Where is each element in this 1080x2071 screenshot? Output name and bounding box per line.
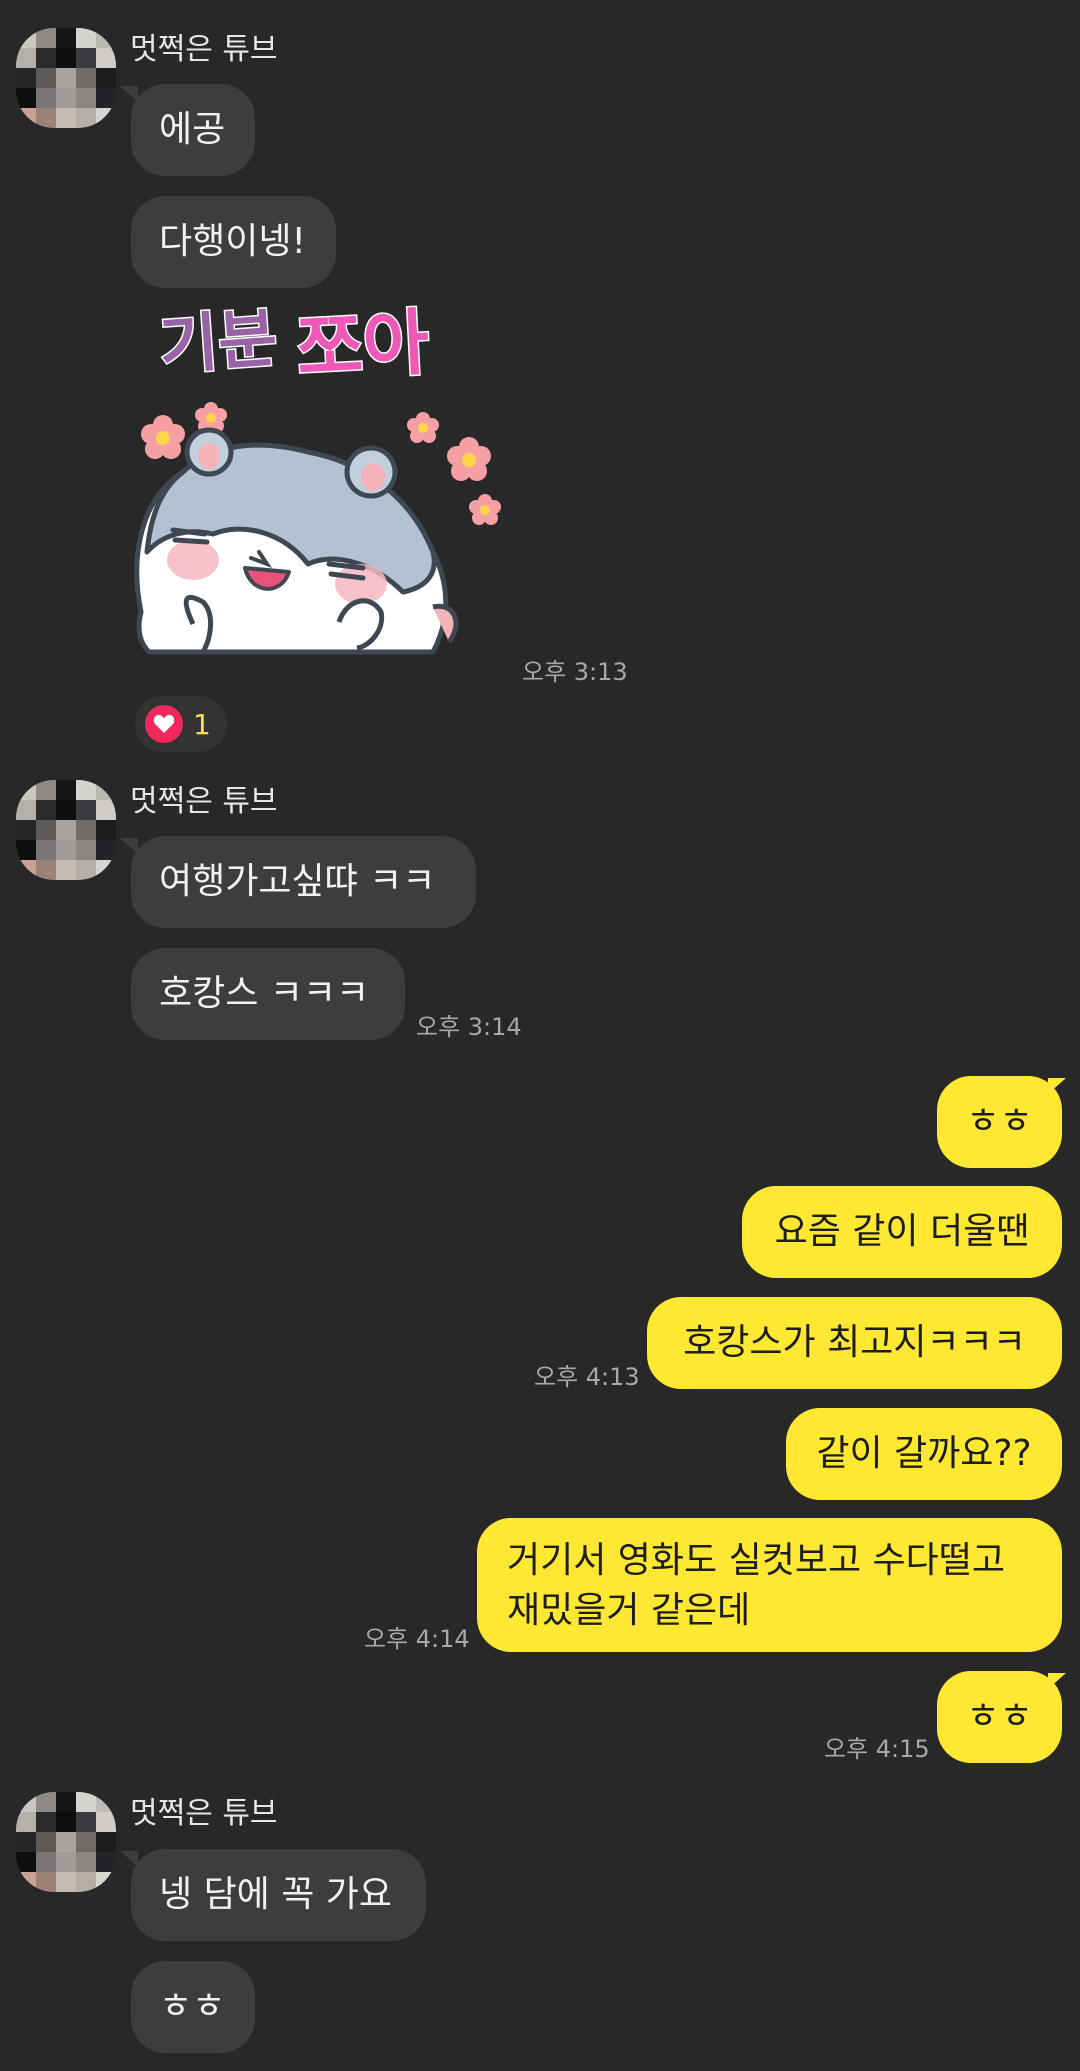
sender-avatar[interactable] xyxy=(16,28,116,128)
sticker-caption: 기분 xyxy=(157,302,280,384)
message-line: 재밌을거 같은데 xyxy=(507,1590,751,1631)
received-message[interactable]: 에공 xyxy=(131,84,255,176)
sent-message[interactable]: ㅎㅎ xyxy=(937,1076,1062,1168)
sent-message[interactable]: 같이 갈까요?? xyxy=(786,1408,1062,1500)
sender-avatar[interactable] xyxy=(16,780,116,880)
reaction-count: 1 xyxy=(193,707,211,741)
sent-message[interactable]: 요즘 같이 더울땐 xyxy=(742,1186,1062,1278)
message-line: 거기서 영화도 실컷보고 수다떨고 xyxy=(507,1540,1006,1581)
hamster-sticker[interactable]: 기분 쪼아 xyxy=(133,302,511,680)
sender-name: 멋쩍은 튜브 xyxy=(130,1796,278,1831)
sent-message[interactable]: 호캉스가 최고지ㅋㅋㅋ xyxy=(647,1297,1062,1389)
received-message[interactable]: 호캉스 ㅋㅋㅋ xyxy=(131,948,405,1040)
message-timestamp: 오후 3:14 xyxy=(416,1013,522,1041)
heart-icon xyxy=(145,705,183,743)
flower-icon xyxy=(447,437,491,481)
received-message[interactable]: 다행이넹! xyxy=(131,196,336,288)
received-message[interactable]: ㅎㅎ xyxy=(131,1961,255,2053)
message-timestamp: 오후 4:15 xyxy=(824,1735,930,1763)
sender-name: 멋쩍은 튜브 xyxy=(130,784,278,819)
reaction-badge[interactable]: 1 xyxy=(135,696,227,752)
received-message[interactable]: 넹 담에 꼭 가요 xyxy=(131,1849,426,1941)
sender-avatar[interactable] xyxy=(16,1792,116,1892)
sent-message[interactable]: ㅎㅎ xyxy=(937,1671,1062,1763)
message-timestamp: 오후 4:14 xyxy=(364,1625,470,1653)
bubble-tail xyxy=(1048,1078,1066,1094)
bubble-tail xyxy=(1048,1673,1066,1689)
sender-name: 멋쩍은 튜브 xyxy=(130,32,278,67)
message-timestamp: 오후 4:13 xyxy=(534,1363,640,1391)
received-message[interactable]: 여행가고싶땨 ㅋㅋ xyxy=(131,836,476,928)
flower-icon xyxy=(407,412,439,443)
flower-icon xyxy=(141,415,185,459)
sticker-caption-accent: 쪼아 xyxy=(294,302,431,391)
flower-icon xyxy=(469,494,501,525)
sent-message-multiline[interactable]: 거기서 영화도 실컷보고 수다떨고 재밌을거 같은데 xyxy=(477,1518,1062,1652)
message-timestamp: 오후 3:13 xyxy=(522,658,628,686)
